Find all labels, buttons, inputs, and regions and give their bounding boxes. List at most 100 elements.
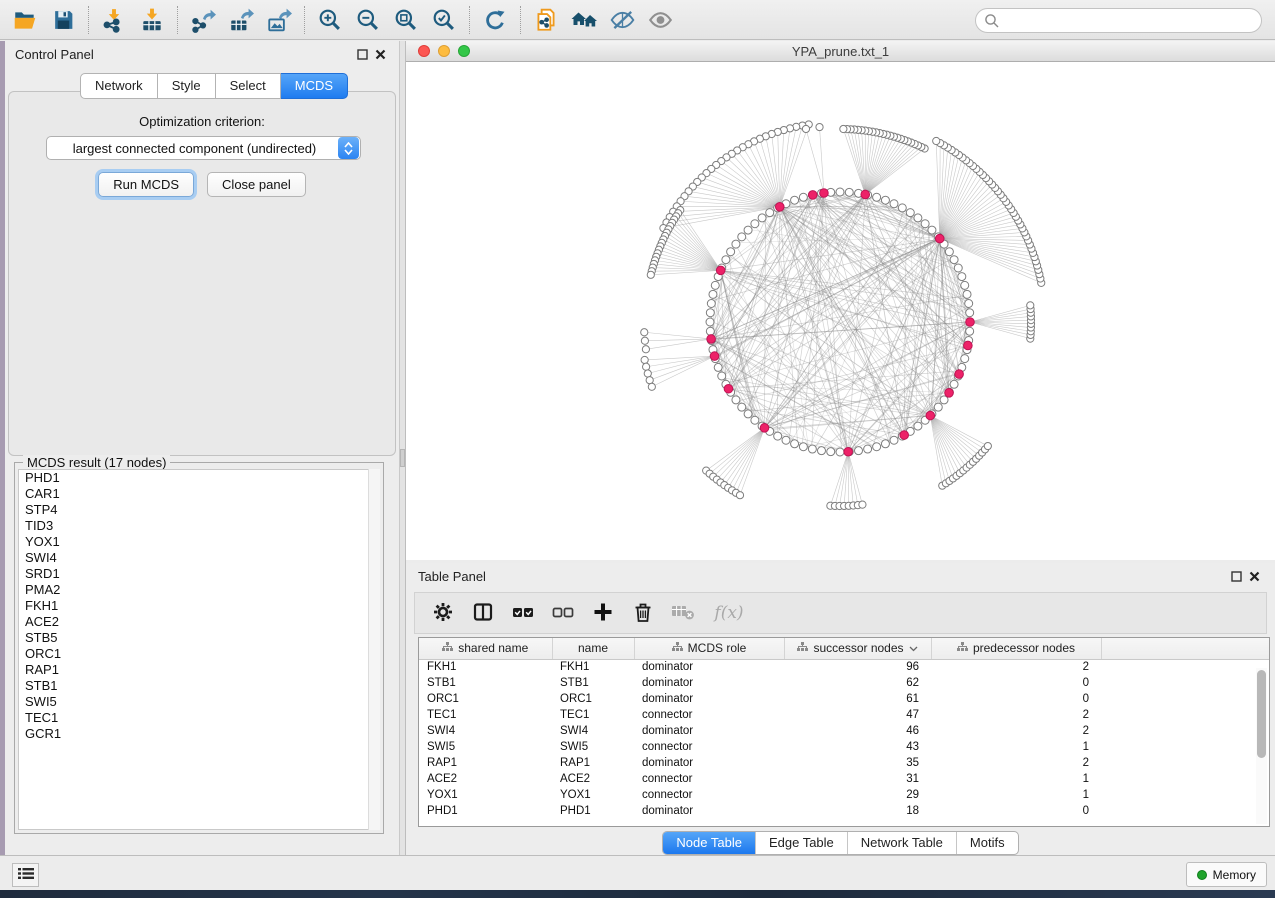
column-header-MCDS-role[interactable]: MCDS role xyxy=(634,638,784,659)
toolbar-separator xyxy=(469,6,470,34)
mcds-result-item[interactable]: TID3 xyxy=(19,518,379,534)
mcds-result-list[interactable]: PHD1CAR1STP4TID3YOX1SWI4SRD1PMA2FKH1ACE2… xyxy=(18,469,380,830)
control-panel-tabs: NetworkStyleSelectMCDS xyxy=(80,73,348,99)
column-header-name[interactable]: name xyxy=(552,638,634,659)
unchecked-boxes-icon xyxy=(551,601,575,626)
tab-motifs[interactable]: Motifs xyxy=(957,832,1018,854)
mcds-result-item[interactable]: STB1 xyxy=(19,678,379,694)
tab-select[interactable]: Select xyxy=(216,73,281,99)
task-history-button[interactable] xyxy=(12,863,39,887)
list-icon xyxy=(18,867,34,883)
open-file-button[interactable] xyxy=(6,4,44,36)
search-field[interactable] xyxy=(975,8,1262,33)
float-table-panel-button[interactable] xyxy=(1227,568,1245,584)
close-table-panel-button[interactable] xyxy=(1245,568,1263,584)
save-session-button[interactable] xyxy=(44,4,82,36)
mcds-result-item[interactable]: SWI5 xyxy=(19,694,379,710)
criterion-dropdown[interactable]: largest connected component (undirected) xyxy=(46,136,361,160)
table-row[interactable]: TEC1TEC1connector472 xyxy=(419,707,1269,723)
network-window-titlebar[interactable]: YPA_prune.txt_1 xyxy=(406,41,1275,62)
table-row[interactable]: PHD1PHD1dominator180 xyxy=(419,803,1269,819)
tab-edge-table[interactable]: Edge Table xyxy=(756,832,848,854)
memory-status-icon xyxy=(1197,870,1207,880)
table-row[interactable]: STB1STB1dominator620 xyxy=(419,675,1269,691)
mcds-result-item[interactable]: SRD1 xyxy=(19,566,379,582)
zoom-selected-button[interactable] xyxy=(425,4,463,36)
search-input[interactable] xyxy=(1005,14,1253,28)
function-builder-button[interactable]: f(x) xyxy=(705,596,753,630)
tab-style[interactable]: Style xyxy=(158,73,216,99)
export-image-button[interactable] xyxy=(260,4,298,36)
hide-panel-button[interactable] xyxy=(603,4,641,36)
tab-mcds[interactable]: MCDS xyxy=(281,73,348,99)
sort-chevron-icon xyxy=(909,641,918,655)
column-header-predecessor-nodes[interactable]: predecessor nodes xyxy=(931,638,1101,659)
network-window-title: YPA_prune.txt_1 xyxy=(406,44,1275,59)
table-row[interactable]: SWI5SWI5connector431 xyxy=(419,739,1269,755)
tab-network-table[interactable]: Network Table xyxy=(848,832,957,854)
close-panel-button[interactable] xyxy=(371,46,389,62)
show-columns-button[interactable] xyxy=(465,596,501,630)
network-graph-canvas[interactable] xyxy=(406,62,1275,559)
table-scrollbar[interactable] xyxy=(1256,668,1267,824)
mcds-result-item[interactable]: TEC1 xyxy=(19,710,379,726)
table-scrollbar-thumb[interactable] xyxy=(1257,670,1266,758)
select-all-button[interactable] xyxy=(505,596,541,630)
mcds-result-item[interactable]: ACE2 xyxy=(19,614,379,630)
import-table-button[interactable] xyxy=(133,4,171,36)
tab-network[interactable]: Network xyxy=(80,73,158,99)
refresh-icon xyxy=(482,7,508,33)
node-table: shared namenameMCDS rolesuccessor nodesp… xyxy=(418,637,1270,827)
table-row[interactable]: ORC1ORC1dominator610 xyxy=(419,691,1269,707)
zoom-fit-button[interactable] xyxy=(387,4,425,36)
delete-row-button[interactable] xyxy=(625,596,661,630)
add-row-button[interactable] xyxy=(585,596,621,630)
table-row[interactable]: RAP1RAP1dominator352 xyxy=(419,755,1269,771)
import-network-button[interactable] xyxy=(95,4,133,36)
mcds-result-item[interactable]: CAR1 xyxy=(19,486,379,502)
mcds-result-item[interactable]: STP4 xyxy=(19,502,379,518)
run-mcds-button[interactable]: Run MCDS xyxy=(98,172,194,197)
table-settings-button[interactable] xyxy=(425,596,461,630)
unselect-all-button[interactable] xyxy=(545,596,581,630)
table-row[interactable]: YOX1YOX1connector291 xyxy=(419,787,1269,803)
mcds-result-item[interactable]: FKH1 xyxy=(19,598,379,614)
save-icon xyxy=(51,7,76,32)
column-header-shared-name[interactable]: shared name xyxy=(419,638,552,659)
mcds-result-item[interactable]: GCR1 xyxy=(19,726,379,742)
mcds-result-item[interactable]: ORC1 xyxy=(19,646,379,662)
splitter-handle[interactable] xyxy=(400,449,405,467)
mcds-tab-content: Optimization criterion: largest connecte… xyxy=(8,91,396,456)
namespace-icon xyxy=(672,641,683,655)
memory-button[interactable]: Memory xyxy=(1186,862,1267,887)
mcds-result-item[interactable]: PHD1 xyxy=(19,470,379,486)
criterion-dropdown-value: largest connected component (undirected) xyxy=(47,141,338,156)
table-row[interactable]: ACE2ACE2connector311 xyxy=(419,771,1269,787)
close-panel-button-2[interactable]: Close panel xyxy=(207,172,306,197)
float-panel-button[interactable] xyxy=(353,46,371,62)
export-table-button[interactable] xyxy=(222,4,260,36)
mcds-result-item[interactable]: PMA2 xyxy=(19,582,379,598)
zoom-out-button[interactable] xyxy=(349,4,387,36)
mcds-result-item[interactable]: STB5 xyxy=(19,630,379,646)
table-row[interactable]: SWI4SWI4dominator462 xyxy=(419,723,1269,739)
status-bar: Memory xyxy=(0,855,1275,890)
network-manager-button[interactable] xyxy=(565,4,603,36)
zoom-selected-icon xyxy=(431,7,457,33)
table-row[interactable]: FKH1FKH1dominator962 xyxy=(419,659,1269,675)
mcds-result-item[interactable]: YOX1 xyxy=(19,534,379,550)
delete-table-button[interactable] xyxy=(665,596,701,630)
clone-network-button[interactable] xyxy=(527,4,565,36)
column-header-successor-nodes[interactable]: successor nodes xyxy=(784,638,931,659)
refresh-layout-button[interactable] xyxy=(476,4,514,36)
zoom-in-button[interactable] xyxy=(311,4,349,36)
mcds-result-item[interactable]: SWI4 xyxy=(19,550,379,566)
mcds-result-item[interactable]: RAP1 xyxy=(19,662,379,678)
export-network-button[interactable] xyxy=(184,4,222,36)
show-panel-button[interactable] xyxy=(641,4,679,36)
mcds-list-scrollbar[interactable] xyxy=(368,469,380,830)
gear-icon xyxy=(432,601,454,626)
tab-node-table[interactable]: Node Table xyxy=(663,832,756,854)
toolbar-separator xyxy=(177,6,178,34)
dropdown-stepper-icon xyxy=(338,137,359,159)
